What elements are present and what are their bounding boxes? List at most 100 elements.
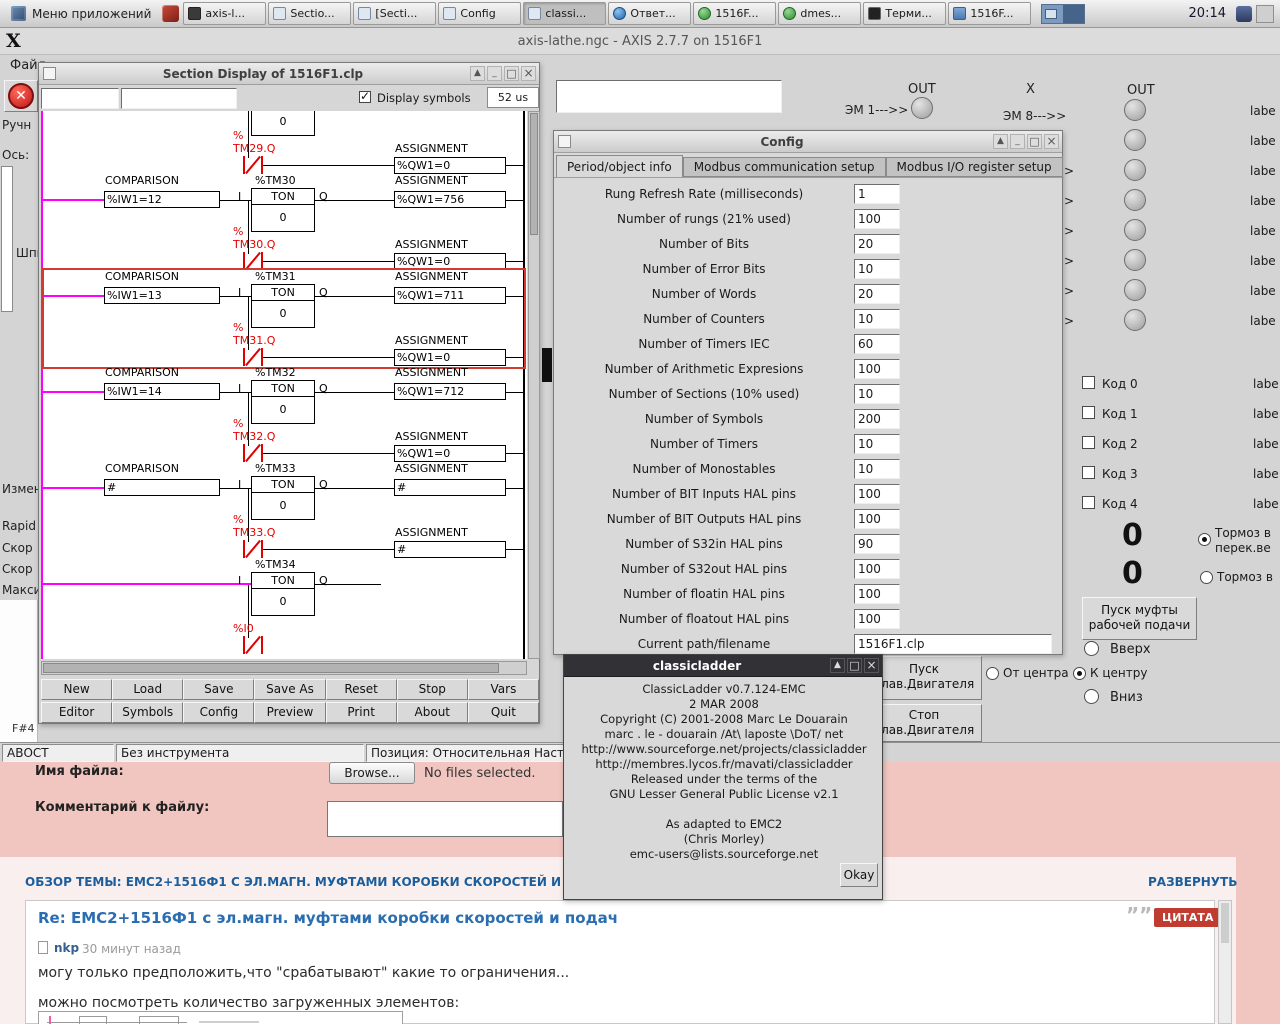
assignment-block[interactable]: %QW1=0 [394, 445, 506, 462]
minimize-icon[interactable] [1010, 134, 1025, 149]
assignment-block[interactable]: # [394, 479, 506, 496]
minimize-icon[interactable] [487, 66, 502, 81]
ladder-horizontal-scrollbar[interactable] [41, 661, 527, 675]
comparison-block[interactable]: %IW1=12 [104, 191, 220, 208]
ladder-rung[interactable]: COMPARISON I %TM34 TON 0 Q ASSIGNMENT [41, 558, 525, 655]
assignment-block[interactable]: %QW1=712 [394, 383, 506, 400]
section-button[interactable]: Reset [325, 679, 397, 700]
config-field-input[interactable]: 100 [854, 609, 900, 629]
code-checkbox[interactable] [1082, 436, 1095, 449]
taskbar-window-button[interactable]: Ответ... [608, 2, 692, 25]
brake-radio-2[interactable] [1200, 571, 1213, 584]
section-button[interactable]: Editor [41, 702, 113, 723]
up-radio[interactable] [1084, 641, 1099, 656]
workspace-2[interactable] [1063, 4, 1085, 23]
timer-block[interactable]: TON 0 [251, 111, 315, 136]
tab-manual-label[interactable]: Ручн [2, 118, 31, 132]
taskbar-window-button[interactable]: Sectio... [268, 2, 352, 25]
config-field-input[interactable]: 10 [854, 384, 900, 404]
okay-button[interactable]: Okay [840, 863, 878, 887]
tray-icon[interactable] [1236, 5, 1252, 22]
config-field-input[interactable]: 100 [854, 559, 900, 579]
section-button[interactable]: Stop [396, 679, 468, 700]
applications-menu-button[interactable]: Меню приложений [4, 2, 158, 26]
config-field-input[interactable]: 100 [854, 209, 900, 229]
post-author[interactable]: nkp [54, 941, 79, 955]
expand-link[interactable]: РАЗВЕРНУТЬ [1148, 875, 1237, 889]
section-button[interactable]: Load [112, 679, 184, 700]
code-checkbox[interactable] [1082, 406, 1095, 419]
maximize-icon[interactable] [504, 66, 519, 81]
config-tab[interactable]: Period/object info [556, 155, 683, 177]
assignment-block[interactable]: %QW1=711 [394, 287, 506, 304]
taskbar-window-button[interactable]: 1516F... [693, 2, 777, 25]
section-button[interactable]: Preview [254, 702, 326, 723]
section-button[interactable]: New [41, 679, 113, 700]
brake-radio-1[interactable] [1198, 533, 1211, 546]
section-window-titlebar[interactable]: Section Display of 1516F1.clp [39, 63, 539, 85]
maximize-icon[interactable] [1027, 134, 1042, 149]
section-button[interactable]: Config [183, 702, 255, 723]
down-radio[interactable] [1084, 689, 1099, 704]
close-icon[interactable] [1044, 134, 1059, 149]
post-image-thumbnail[interactable] [38, 1011, 403, 1024]
ladder-rung[interactable]: COMPARISON # I %TM33 TON 0 Q ASSIGNMENT [41, 462, 525, 559]
config-field-input[interactable]: 100 [854, 509, 900, 529]
taskbar-window-button[interactable]: 1516F... [948, 2, 1032, 25]
horizontal-scrollbar-thumb[interactable] [43, 663, 499, 673]
taskbar-window-button[interactable]: dmes... [778, 2, 862, 25]
maximize-icon[interactable] [847, 658, 862, 673]
section-combo-1[interactable] [41, 88, 119, 109]
assignment-block[interactable]: %QW1=0 [394, 349, 506, 366]
ladder-rung[interactable]: COMPARISON I TON 0 Q ASSIGNMENT [41, 111, 525, 175]
close-icon[interactable] [521, 66, 536, 81]
section-button[interactable]: Vars [467, 679, 539, 700]
section-button[interactable]: Save As [254, 679, 326, 700]
timer-block[interactable]: TON 0 [251, 380, 315, 424]
config-field-input[interactable]: 10 [854, 259, 900, 279]
taskbar-window-button[interactable]: [Secti... [353, 2, 437, 25]
contact-symbol[interactable] [241, 635, 265, 655]
comparison-block[interactable]: # [104, 479, 220, 496]
taskbar-window-button[interactable]: axis-l... [183, 2, 267, 25]
config-field-input[interactable]: 20 [854, 234, 900, 254]
ladder-rung[interactable]: COMPARISON %IW1=13 I %TM31 TON 0 Q ASSIG… [41, 268, 526, 369]
contact-symbol[interactable] [241, 443, 265, 463]
comparison-block[interactable]: %IW1=13 [104, 287, 220, 304]
shade-icon[interactable] [470, 66, 485, 81]
window-menu-icon[interactable] [43, 67, 56, 80]
to-center-radio[interactable] [1073, 667, 1086, 680]
code-checkbox[interactable] [1082, 496, 1095, 509]
timer-block[interactable]: TON 0 [251, 572, 315, 616]
comparison-block[interactable]: %IW1=14 [104, 383, 220, 400]
config-window-titlebar[interactable]: Config [554, 131, 1062, 153]
window-titlebar[interactable]: X axis-lathe.ngc - AXIS 2.7.7 on 1516F1 [0, 28, 1280, 55]
contact-symbol[interactable] [241, 347, 265, 367]
jog-list-box[interactable] [1, 166, 13, 312]
config-field-input[interactable]: 60 [854, 334, 900, 354]
contact-symbol[interactable] [241, 539, 265, 559]
taskbar-window-button[interactable]: classi... [523, 2, 607, 25]
config-tab[interactable]: Modbus I/O register setup [885, 157, 1063, 177]
show-desktop-button[interactable] [1256, 4, 1274, 23]
about-dialog-titlebar[interactable]: classicladder [564, 655, 882, 677]
config-field-input[interactable]: 10 [854, 434, 900, 454]
code-checkbox[interactable] [1082, 376, 1095, 389]
estop-button[interactable]: ✕ [4, 80, 38, 112]
close-icon[interactable] [864, 658, 879, 673]
workspace-1[interactable] [1042, 4, 1064, 23]
window-menu-icon[interactable] [558, 135, 571, 148]
ladder-rung[interactable]: COMPARISON %IW1=12 I %TM30 TON 0 Q ASSIG… [41, 174, 525, 271]
section-button[interactable]: Quit [467, 702, 539, 723]
taskbar-window-button[interactable]: Терми... [863, 2, 947, 25]
code-checkbox[interactable] [1082, 466, 1095, 479]
section-combo-2[interactable] [121, 88, 237, 109]
assignment-block[interactable]: %QW1=0 [394, 157, 506, 174]
forum-scrollbar[interactable] [1218, 900, 1232, 1024]
config-field-input[interactable]: 1 [854, 184, 900, 204]
config-field-input[interactable]: 100 [854, 359, 900, 379]
section-button[interactable]: Print [325, 702, 397, 723]
display-symbols-checkbox[interactable] [359, 89, 371, 103]
shade-icon[interactable] [830, 658, 845, 673]
timer-block[interactable]: TON 0 [251, 188, 315, 232]
